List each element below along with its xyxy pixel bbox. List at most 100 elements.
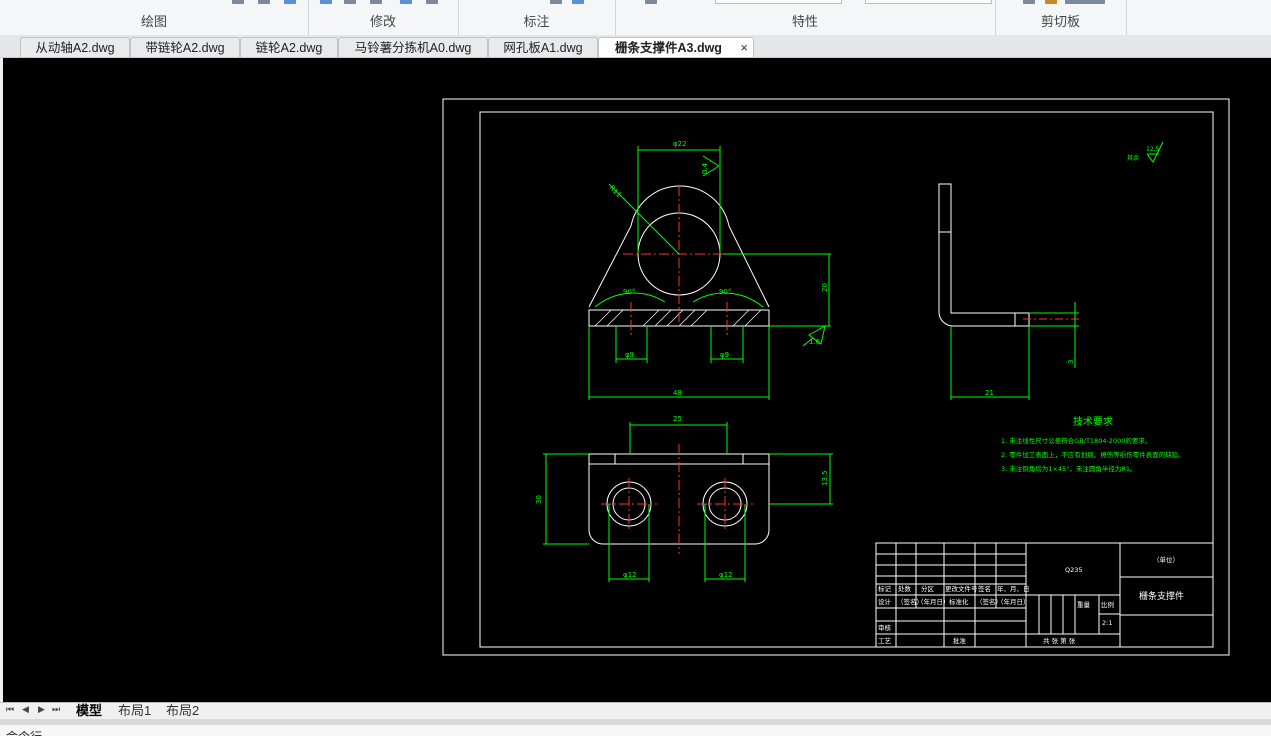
sheet-border-outer: [442, 98, 1230, 656]
ribbon-group-dimension[interactable]: 标注: [458, 0, 616, 35]
dim-angle-right: 90°: [719, 288, 731, 296]
command-prompt: 命令行: [6, 728, 42, 736]
tab-drawing-active[interactable]: 栅条支撑件A3.dwg ×: [598, 37, 754, 57]
paste-icon[interactable]: [1045, 0, 1057, 4]
tb-header-change: 更改文件号: [945, 584, 978, 593]
ribbon-tool-icon[interactable]: [258, 0, 270, 4]
ribbon-tool-icon[interactable]: [572, 0, 584, 4]
tech-item: 1. 未注线性尺寸公差符合GB/T1804-2000的要求。: [1001, 436, 1151, 445]
dim-height-20: 20: [821, 283, 829, 292]
ribbon-tool-icon[interactable]: [645, 0, 657, 4]
ribbon-tool-icon[interactable]: [284, 0, 296, 4]
top-view-dimension-text: 25 30 13.5 φ12 φ12: [535, 415, 829, 579]
tech-title: 技术要求: [1073, 415, 1113, 428]
ribbon-group-label-modify: 修改: [369, 14, 396, 29]
front-view-dimensions: [588, 146, 831, 400]
last-layout-icon[interactable]: ⏭: [52, 704, 60, 715]
ribbon-group-label-clipboard: 剪切板: [1040, 14, 1080, 29]
ribbon-group-label-dimension: 标注: [523, 14, 550, 29]
prev-layout-icon[interactable]: ◀: [22, 704, 29, 715]
side-view-outline: [938, 183, 1030, 327]
top-view-dimensions: [543, 422, 833, 582]
next-layout-icon[interactable]: ▶: [38, 704, 45, 715]
ribbon-group-draw[interactable]: 绘图: [0, 0, 309, 35]
tab-label: 马铃薯分拣机A0.dwg: [354, 41, 472, 55]
tab-label: 网孔板A1.dwg: [503, 41, 583, 55]
ribbon-tool-icon[interactable]: [344, 0, 356, 4]
ribbon-dropdown-linetype[interactable]: [865, 0, 992, 4]
ribbon-group-label-draw: 绘图: [140, 14, 167, 29]
roughness-symbol: 其余 12.5: [1127, 141, 1164, 163]
ribbon: 绘图 修改 标注 特性 剪切板: [0, 0, 1271, 36]
close-icon[interactable]: ×: [740, 38, 748, 58]
tab-drawing-2[interactable]: 带链轮A2.dwg: [130, 37, 240, 57]
tab-label: 链轮A2.dwg: [255, 41, 323, 55]
ribbon-group-modify[interactable]: 修改: [308, 0, 459, 35]
tab-drawing-5[interactable]: 网孔板A1.dwg: [488, 37, 598, 57]
tab-label: 带链轮A2.dwg: [145, 41, 225, 55]
dim-hole-12-right: φ12: [719, 571, 733, 579]
layout-tab-bar: ⏮ ◀ ▶ ⏭ 模型 布局1 布局2: [0, 702, 1271, 720]
tb-header-zone: 分区: [921, 584, 935, 593]
drawing-canvas[interactable]: φ22 R11 0.4 90° 90° 20 1.6 φ9 φ9 48 25 3…: [3, 58, 1271, 702]
ribbon-tool-icon[interactable]: [426, 0, 438, 4]
ribbon-tool-icon[interactable]: [232, 0, 244, 4]
ribbon-group-label-properties: 特性: [791, 14, 818, 29]
ribbon-tool-icon[interactable]: [400, 0, 412, 4]
tb-scale-label: 比例: [1101, 600, 1114, 609]
dim-length-21: 21: [985, 389, 994, 397]
drawing-svg[interactable]: φ22 R11 0.4 90° 90° 20 1.6 φ9 φ9 48 25 3…: [3, 58, 1271, 702]
tb-process: 工艺: [878, 637, 892, 645]
tech-item: 2. 零件加工表面上，不应有划痕、擦伤等损伤零件表面的缺陷。: [1001, 450, 1185, 459]
dim-width-25: 25: [673, 415, 682, 423]
dim-width-48: 48: [673, 389, 682, 397]
ribbon-tool-icon[interactable]: [1023, 0, 1035, 4]
first-layout-icon[interactable]: ⏮: [6, 704, 14, 715]
ribbon-dropdown-color[interactable]: [715, 0, 842, 4]
tb-design-date: （年月日）: [917, 597, 950, 606]
tab-layout1[interactable]: 布局1: [118, 703, 151, 719]
tb-header-sign: 签名: [978, 584, 991, 593]
tb-header-mark: 标记: [878, 584, 892, 593]
sheet-border-inner: [479, 111, 1214, 648]
document-tab-bar: 从动轴A2.dwg 带链轮A2.dwg 链轮A2.dwg 马铃薯分拣机A0.dw…: [0, 35, 1271, 58]
ribbon-group-properties[interactable]: 特性: [615, 0, 996, 35]
dim-height-30: 30: [535, 495, 543, 504]
dim-flatness: 0.4: [701, 162, 709, 174]
dim-hole-9-left: φ9: [625, 351, 634, 359]
tab-drawing-4[interactable]: 马铃薯分拣机A0.dwg: [338, 37, 488, 57]
dim-hole-9-right: φ9: [720, 351, 729, 359]
tb-header-count: 处数: [898, 584, 912, 593]
roughness-value: 12.5: [1146, 146, 1160, 153]
tb-scale: 2:1: [1102, 619, 1112, 627]
title-block-text: 标记 处数 分区 更改文件号 签名 年、月、日 设计 （签名） （年月日） 标准…: [878, 555, 1184, 645]
tb-design: 设计: [878, 597, 892, 606]
tab-layout2[interactable]: 布局2: [166, 703, 199, 719]
ribbon-tool-icon[interactable]: [550, 0, 562, 4]
tb-weight: 重量: [1077, 601, 1091, 609]
tb-sheets: 共 张 第 张: [1043, 636, 1076, 645]
tab-drawing-3[interactable]: 链轮A2.dwg: [240, 37, 338, 57]
tb-standard-date: （年月日）: [997, 597, 1030, 606]
tech-item: 3. 未注倒角均为1×45°，未注圆角半径为R1。: [1001, 464, 1137, 473]
dim-height-13-5: 13.5: [821, 470, 829, 486]
dim-thickness: 1.6: [809, 338, 821, 346]
dim-radius-11: R11: [608, 184, 623, 199]
tab-model[interactable]: 模型: [76, 703, 102, 719]
dim-diameter-22: φ22: [673, 140, 687, 148]
side-view-dimension-text: 21 3: [985, 360, 1075, 397]
dim-height-3: 3: [1067, 360, 1075, 364]
tb-material: Q235: [1065, 566, 1083, 574]
tab-drawing-1[interactable]: 从动轴A2.dwg: [20, 37, 130, 57]
ribbon-tool-icon[interactable]: [1065, 0, 1105, 4]
ribbon-tool-icon[interactable]: [370, 0, 382, 4]
command-line[interactable]: 命令行: [0, 725, 1271, 736]
roughness-label: 其余: [1127, 154, 1139, 162]
top-view-centerlines: [601, 444, 753, 554]
tb-part-name: 栅条支撑件: [1139, 590, 1184, 602]
tb-unit: （单位）: [1153, 555, 1179, 564]
ribbon-group-clipboard[interactable]: 剪切板: [995, 0, 1127, 35]
ribbon-tool-icon[interactable]: [320, 0, 332, 4]
tb-standard: 标准化: [949, 597, 969, 606]
side-view: [938, 183, 1030, 327]
